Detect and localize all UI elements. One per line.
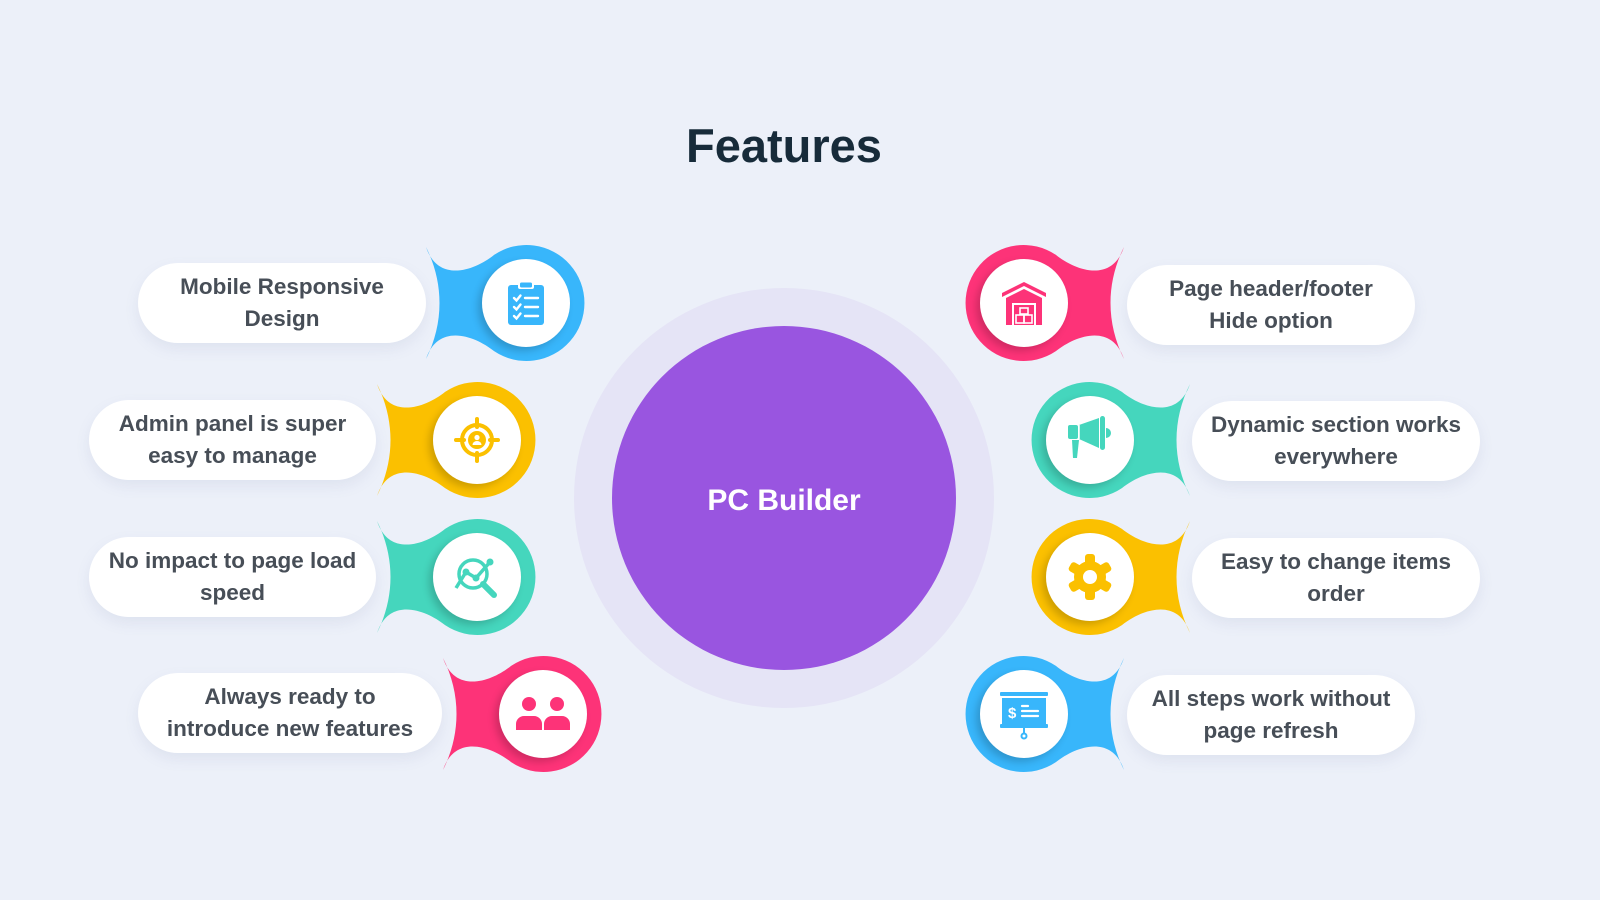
feature-card-no-refresh: All steps work without page refresh (1127, 675, 1415, 755)
feature-text-line2: Hide option (1209, 308, 1333, 333)
feature-text-line2: easy to manage (148, 443, 317, 468)
feature-text-line2: introduce new features (166, 716, 414, 741)
feature-text-line1: Always ready to (204, 684, 376, 709)
target-user-icon (433, 396, 521, 484)
feature-text-line2: everywhere (1274, 444, 1398, 469)
feature-text-line1: Admin panel is super (118, 411, 347, 436)
feature-text-line1: All steps work without (1151, 686, 1391, 711)
feature-text-line2: Design (244, 306, 320, 331)
gear-icon (1046, 533, 1134, 621)
users-icon (499, 670, 587, 758)
feature-text-line2: page refresh (1203, 718, 1339, 743)
feature-card-page-load: No impact to page load speed (89, 537, 376, 617)
feature-text-line1: No impact to page load (108, 548, 357, 573)
svg-text:$: $ (1008, 705, 1017, 722)
feature-card-new-features: Always ready to introduce new features (138, 673, 442, 753)
feature-card-dynamic-section: Dynamic section works everywhere (1192, 401, 1480, 481)
clipboard-checklist-icon (482, 259, 570, 347)
analytics-search-icon (433, 533, 521, 621)
feature-card-admin-panel: Admin panel is super easy to manage (89, 400, 376, 480)
warehouse-icon (980, 259, 1068, 347)
feature-text-line1: Easy to change items (1220, 549, 1452, 574)
feature-card-items-order: Easy to change items order (1192, 538, 1480, 618)
feature-text-line2: speed (199, 580, 266, 605)
feature-text-line1: Mobile Responsive (180, 274, 384, 299)
feature-card-header-footer: Page header/footer Hide option (1127, 265, 1415, 345)
megaphone-icon (1046, 396, 1134, 484)
feature-text-line1: Page header/footer (1169, 276, 1373, 301)
feature-text-line2: order (1307, 581, 1365, 606)
pricing-board-icon: $ (980, 670, 1068, 758)
feature-card-mobile-responsive: Mobile Responsive Design (138, 263, 426, 343)
feature-text-line1: Dynamic section works (1210, 412, 1462, 437)
